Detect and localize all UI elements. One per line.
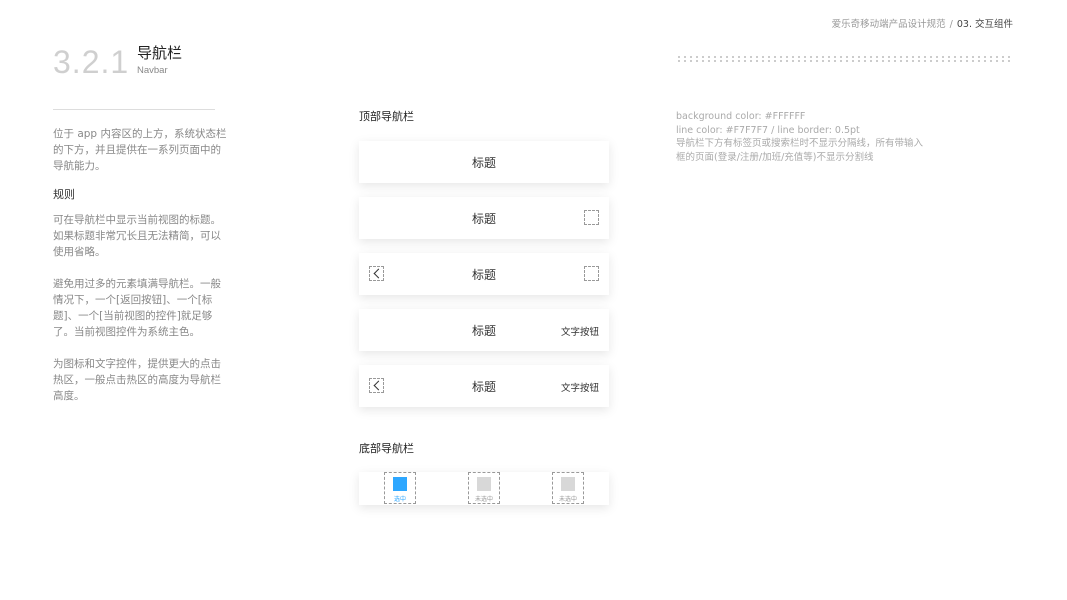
doc-title: 爱乐奇移动端产品设计规范 — [831, 19, 946, 30]
intro-paragraph: 位于 app 内容区的上方，系统状态栏的下方，并且提供在一系列页面中的导航能力。 — [53, 128, 227, 172]
tab-label: 选中 — [393, 496, 406, 503]
section-number: 3.2.1 — [53, 44, 130, 80]
tab-icon — [477, 477, 491, 491]
top-navbar-label: 顶部导航栏 — [359, 110, 414, 123]
navbar-title: 标题 — [471, 212, 496, 226]
section-subtitle: Navbar — [137, 65, 168, 76]
breadcrumb: 爱乐奇移动端产品设计规范/03. 交互组件 — [832, 16, 1013, 30]
navbar-example-title-right-icon: 标题 — [359, 197, 609, 239]
spec-line: background color: #FFFFFF — [676, 111, 806, 122]
text-button[interactable]: 文字按钮 — [561, 380, 599, 394]
tab-item-unselected[interactable]: 未选中 — [468, 472, 500, 504]
tab-label: 未选中 — [474, 496, 493, 503]
spec-notes: background color: #FFFFFF line color: #F… — [676, 110, 923, 164]
breadcrumb-separator: / — [949, 19, 953, 30]
navbar-title: 标题 — [471, 156, 496, 170]
tab-label: 未选中 — [558, 496, 577, 503]
chapter-title: 03. 交互组件 — [956, 19, 1013, 30]
tab-item-selected[interactable]: 选中 — [384, 472, 416, 504]
tab-icon — [393, 477, 407, 491]
section-title: 导航栏 — [137, 44, 183, 62]
navbar-example-title-text-button: 标题 文字按钮 — [359, 309, 609, 351]
tab-item-unselected[interactable]: 未选中 — [552, 472, 584, 504]
navbar-example-back-title-text-button: 标题 文字按钮 — [359, 365, 609, 407]
spec-line: line color: #F7F7F7 / line border: 0.5pt — [676, 124, 860, 136]
rule-paragraph-3: 为图标和文字控件，提供更大的点击热区，一般点击热区的高度为导航栏高度。 — [53, 358, 221, 402]
tab-icon — [561, 477, 575, 491]
spec-line: 导航栏下方有标签页或搜索栏时不显示分隔线，所有带输入 — [676, 138, 924, 149]
navbar-example-title-only: 标题 — [359, 141, 609, 183]
bottom-tab-bar: 选中 未选中 未选中 — [359, 472, 609, 505]
dotted-divider — [676, 55, 1014, 63]
rules-heading: 规则 — [53, 188, 75, 201]
rule-paragraph-1: 可在导航栏中显示当前视图的标题。如果标题非常冗长且无法精简，可以使用省略。 — [53, 214, 221, 258]
spec-line: 框的页面(登录/注册/加班/充值等)不显示分割线 — [676, 151, 874, 163]
heading-divider — [53, 109, 215, 110]
navbar-example-back-title-icon: 标题 — [359, 253, 609, 295]
rule-paragraph-2: 避免用过多的元素填满导航栏。一般情况下，一个[返回按钮]、一个[标题]、一个[当… — [53, 278, 221, 338]
navbar-title: 标题 — [471, 268, 496, 282]
right-icon-placeholder[interactable] — [584, 210, 599, 225]
right-icon-placeholder[interactable] — [584, 266, 599, 281]
text-button[interactable]: 文字按钮 — [561, 324, 599, 338]
bottom-navbar-label: 底部导航栏 — [359, 442, 414, 455]
